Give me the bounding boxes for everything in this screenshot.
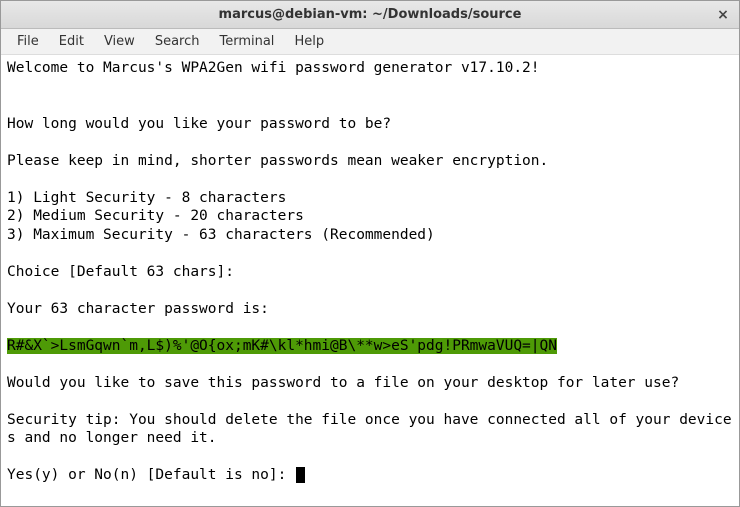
- option2-line: 2) Medium Security - 20 characters: [7, 208, 304, 224]
- option1-line: 1) Light Security - 8 characters: [7, 190, 286, 206]
- menu-file[interactable]: File: [7, 31, 49, 52]
- warning-line: Please keep in mind, shorter passwords m…: [7, 153, 548, 169]
- question-line: How long would you like your password to…: [7, 116, 391, 132]
- menu-search[interactable]: Search: [145, 31, 210, 52]
- yesno-prompt-line: Yes(y) or No(n) [Default is no]:: [7, 467, 295, 483]
- menu-edit[interactable]: Edit: [49, 31, 94, 52]
- terminal-output[interactable]: Welcome to Marcus's WPA2Gen wifi passwor…: [1, 55, 739, 506]
- security-tip-line: Security tip: You should delete the file…: [7, 412, 732, 447]
- save-question-line: Would you like to save this password to …: [7, 375, 679, 391]
- generated-password: R#&X`>LsmGqwn`m,L$)%'@O{ox;mK#\kl*hmi@B\…: [7, 338, 557, 354]
- option3-line: 3) Maximum Security - 63 characters (Rec…: [7, 227, 435, 243]
- choice-prompt-line: Choice [Default 63 chars]:: [7, 264, 234, 280]
- menu-view[interactable]: View: [94, 31, 145, 52]
- welcome-line: Welcome to Marcus's WPA2Gen wifi passwor…: [7, 60, 540, 76]
- window-title: marcus@debian-vm: ~/Downloads/source: [219, 7, 522, 22]
- titlebar: marcus@debian-vm: ~/Downloads/source ×: [1, 1, 739, 29]
- menu-help[interactable]: Help: [284, 31, 334, 52]
- result-header-line: Your 63 character password is:: [7, 301, 269, 317]
- cursor: [296, 467, 305, 483]
- menu-terminal[interactable]: Terminal: [209, 31, 284, 52]
- menubar: File Edit View Search Terminal Help: [1, 29, 739, 55]
- close-icon[interactable]: ×: [715, 7, 731, 23]
- terminal-window: marcus@debian-vm: ~/Downloads/source × F…: [0, 0, 740, 507]
